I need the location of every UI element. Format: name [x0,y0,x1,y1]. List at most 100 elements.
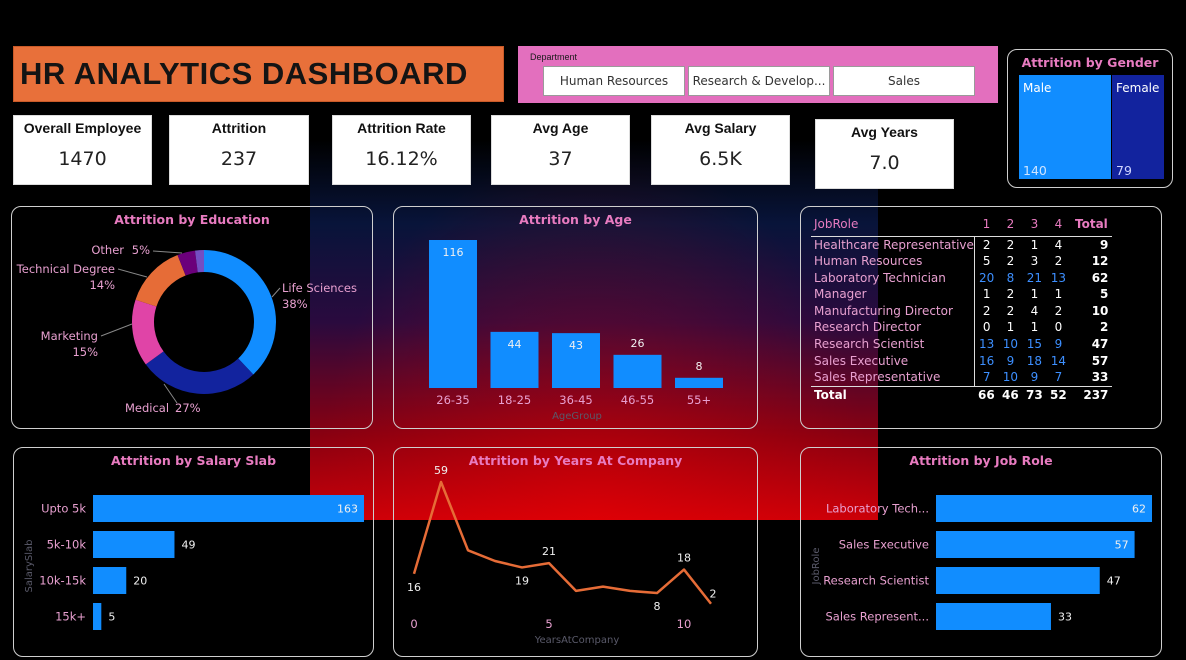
age-axis-title: AgeGroup [552,411,602,422]
years-panel: Attrition by Years At Company 16 59 19 21 8 1… [393,447,758,657]
salary-data-label: 163 [337,503,358,516]
department-option-sales[interactable]: Sales [833,66,975,96]
gender-male-value: 140 [1023,163,1047,178]
matrix-total-row: Total 66 46 73 52 237 [811,385,1113,404]
kpi-value: 1470 [58,148,107,170]
jobrole-bar [936,567,1100,594]
matrix-role-cell: Laboratory Technician [811,269,975,287]
matrix-value-cell: 2 [1006,237,1015,252]
salary-data-label: 5 [108,611,115,624]
matrix-value-cell: 52 [1046,385,1071,404]
kpi-label: Avg Years [851,124,918,140]
matrix-row: Sales Representative 7 10 9 7 33 [811,369,1112,387]
kpi-label: Avg Salary [684,120,757,136]
matrix-row: Manager 1 2 1 1 5 [811,286,1112,303]
gender-panel: Attrition by Gender Male 140 Female 79 [1007,49,1173,188]
matrix-value-cell: 2 [1006,287,1015,302]
matrix-value-cell: 10 [1002,370,1019,385]
matrix-value-cell: 2 [1054,303,1063,318]
kpi-label: Overall Employee [23,120,142,136]
kpi-avg-salary: Avg Salary 6.5K [651,115,790,185]
age-tick-label: 46-55 [621,393,654,407]
age-bar [429,240,477,388]
age-tick-label: 36-45 [559,393,592,407]
years-data-label: 2 [710,588,717,601]
jobrole-bar [936,531,1135,558]
salary-data-label: 20 [133,575,147,588]
kpi-value: 16.12% [365,148,438,170]
jobrole-data-label: 62 [1132,503,1146,516]
years-tick-label: 10 [677,617,692,631]
salary-bar [93,531,175,558]
salary-tick-label: 10k-15k [39,574,86,588]
matrix-value-cell: 13 [1050,270,1067,285]
matrix-row: Research Scientist 13 10 15 9 47 [811,336,1112,353]
education-slice [204,250,276,375]
matrix-row: Research Director 0 1 1 0 2 [811,319,1112,337]
gender-female-value: 79 [1116,163,1132,178]
matrix-value-cell: 3 [1030,254,1039,269]
gender-title: Attrition by Gender [1021,55,1159,70]
matrix-role-cell: Research Director [811,319,975,337]
matrix-value-cell: 1 [1006,320,1015,335]
jobrole-axis-title: JobRole [811,548,822,586]
age-data-label: 26 [631,337,645,350]
matrix-header-cell[interactable]: Total [1070,214,1113,237]
matrix-value-cell: 7 [1054,370,1063,385]
jobrole-data-label: 47 [1107,575,1121,588]
jobrole-tick-label: Sales Executive [839,538,929,552]
matrix-value-cell: 2 [1054,254,1063,269]
age-tick-label: 18-25 [498,393,531,407]
years-data-label: 8 [654,600,661,613]
matrix-value-cell: 18 [1026,353,1043,368]
matrix-role-cell: Sales Executive [811,352,975,370]
jobrole-matrix-panel: JobRole 1 2 3 4 Total Healthcare Representati… [800,206,1162,429]
matrix-header-cell[interactable]: 3 [1022,214,1047,237]
matrix-header-cell[interactable]: 2 [998,214,1023,237]
jobrole-matrix: JobRole 1 2 3 4 Total Healthcare Representati… [811,214,1113,404]
age-bar [613,354,662,388]
matrix-value-cell: 73 [1022,385,1047,404]
matrix-role-cell: Research Scientist [811,336,975,353]
matrix-value-cell: 0 [982,320,991,335]
salary-bar-chart: 163 Upto 5k 49 5k-10k 20 10k-15k 5 15k+ SalarySl… [24,495,364,630]
matrix-value-cell: 0 [1054,320,1063,335]
matrix-value-cell: 21 [1026,270,1043,285]
matrix-role-cell: Healthcare Representative [811,236,975,254]
matrix-row: Manufacturing Director 2 2 4 2 10 [811,302,1112,320]
age-panel: Attrition by Age 116 26-35 44 18-25 43 36-45 2… [393,206,758,429]
matrix-total-cell: 2 [1100,320,1109,335]
education-leader-line [117,268,148,278]
matrix-row: Human Resources 5 2 3 2 12 [811,253,1112,270]
salary-tick-label: Upto 5k [41,502,86,516]
dashboard-title: HR ANALYTICS DASHBOARD [20,56,468,91]
matrix-value-cell: 1 [1030,287,1039,302]
matrix-header-cell[interactable]: 4 [1046,214,1071,237]
education-label-name: Technical Degree [16,262,115,276]
age-data-label: 8 [696,360,703,373]
matrix-total-cell: 12 [1091,254,1109,269]
jobrole-bar [936,495,1152,522]
matrix-role-cell: Total [811,385,975,404]
jobrole-panel: Attrition by Job Role 62 Laboratory Tech.… [800,447,1162,657]
matrix-value-cell: 66 [974,385,999,404]
matrix-value-cell: 9 [1030,370,1039,385]
gender-male-tile[interactable]: Male 140 [1019,75,1111,179]
age-data-label: 116 [443,246,464,259]
matrix-total-cell: 10 [1091,303,1109,318]
department-option-human-resources[interactable]: Human Resources [543,66,685,96]
education-leader-line [152,250,183,254]
education-panel: Attrition by Education Life Sciences 38% M… [11,206,373,429]
matrix-value-cell: 2 [1006,254,1015,269]
matrix-total-cell: 237 [1070,385,1113,404]
department-option-research-development[interactable]: Research & Develop... [688,66,830,96]
age-data-label: 43 [569,339,583,352]
matrix-value-cell: 2 [982,303,991,318]
matrix-header-cell[interactable]: 1 [974,214,999,237]
education-label-pct: 38% [282,297,308,311]
age-bar [675,377,723,388]
education-label-name: Marketing [41,329,98,343]
gender-female-tile[interactable]: Female 79 [1112,75,1164,179]
matrix-header-cell[interactable]: JobRole [811,214,975,237]
age-tick-label: 26-35 [436,393,469,407]
